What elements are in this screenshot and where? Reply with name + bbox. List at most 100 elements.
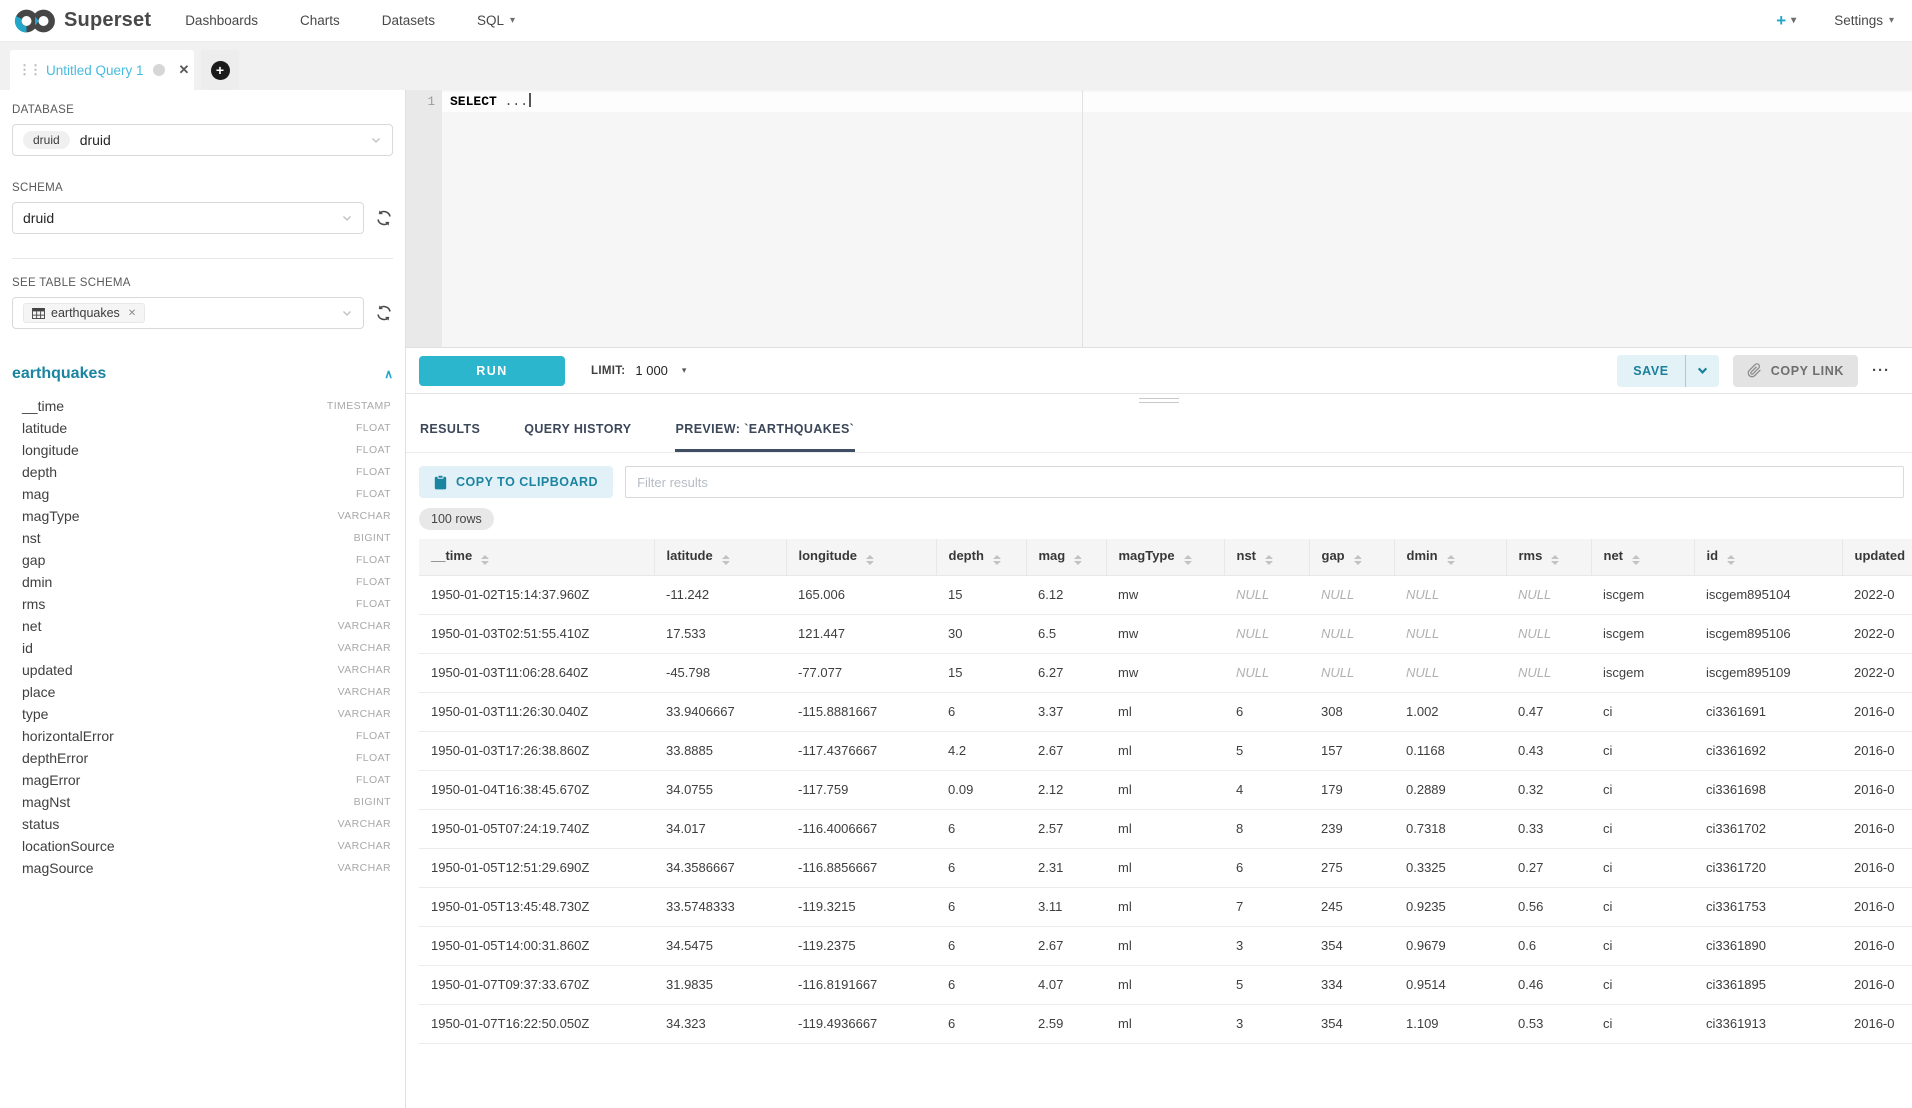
- results-cell: 7: [1224, 887, 1309, 926]
- results-column-header[interactable]: magType: [1106, 539, 1224, 575]
- sort-icon[interactable]: [1727, 555, 1735, 565]
- schema-column-type: BIGINT: [354, 796, 391, 808]
- results-cell: 1950-01-05T12:51:29.690Z: [419, 848, 654, 887]
- copy-to-clipboard-label: COPY TO CLIPBOARD: [456, 475, 598, 489]
- schema-column-type: VARCHAR: [338, 664, 391, 676]
- results-cell: ci3361702: [1694, 809, 1842, 848]
- results-column-header[interactable]: rms: [1506, 539, 1591, 575]
- result-tab[interactable]: RESULTS: [419, 414, 481, 452]
- schema-column-name: net: [22, 618, 41, 634]
- results-cell: 0.1168: [1394, 731, 1506, 770]
- schema-column-row: depthErrorFLOAT: [12, 747, 393, 769]
- sort-icon[interactable]: [1265, 555, 1273, 565]
- schema-select[interactable]: druid: [12, 202, 364, 234]
- nav-item-datasets[interactable]: Datasets: [382, 13, 435, 28]
- results-cell: 34.3586667: [654, 848, 786, 887]
- chevron-up-icon[interactable]: ∧: [384, 367, 393, 381]
- schema-column-name: rms: [22, 596, 45, 612]
- results-column-header[interactable]: updated: [1842, 539, 1912, 575]
- results-cell: -119.3215: [786, 887, 936, 926]
- result-tab[interactable]: QUERY HISTORY: [523, 414, 632, 452]
- save-options-button[interactable]: [1685, 355, 1719, 387]
- results-column-header[interactable]: latitude: [654, 539, 786, 575]
- results-column-header[interactable]: dmin: [1394, 539, 1506, 575]
- sort-icon[interactable]: [866, 555, 874, 565]
- schema-column-name: gap: [22, 552, 45, 568]
- sort-icon[interactable]: [1074, 555, 1082, 565]
- schema-column-name: magSource: [22, 860, 94, 876]
- sort-icon[interactable]: [481, 555, 489, 565]
- results-row: 1950-01-05T14:00:31.860Z34.5475-119.2375…: [419, 926, 1912, 965]
- table-schema-header[interactable]: earthquakes ∧: [12, 365, 393, 383]
- table-select[interactable]: earthquakes ✕: [12, 297, 364, 329]
- copy-link-button[interactable]: COPY LINK: [1733, 355, 1858, 387]
- schema-column-type: FLOAT: [356, 774, 391, 786]
- results-cell: 2022-0: [1842, 614, 1912, 653]
- new-item-button[interactable]: + ▾: [1776, 11, 1796, 31]
- results-cell: 6: [936, 926, 1026, 965]
- schema-column-name: latitude: [22, 420, 67, 436]
- database-select[interactable]: druid druid: [12, 124, 393, 156]
- results-cell: ci: [1591, 965, 1694, 1004]
- results-cell: 6: [936, 809, 1026, 848]
- schema-column-type: VARCHAR: [338, 818, 391, 830]
- results-column-header[interactable]: mag: [1026, 539, 1106, 575]
- results-column-header[interactable]: nst: [1224, 539, 1309, 575]
- sort-icon[interactable]: [1447, 555, 1455, 565]
- drag-handle-icon[interactable]: [1139, 398, 1179, 406]
- drag-grip-icon[interactable]: ⋮⋮: [18, 62, 40, 78]
- settings-menu[interactable]: Settings ▾: [1834, 13, 1894, 28]
- schema-column-name: magNst: [22, 794, 70, 810]
- save-button[interactable]: SAVE: [1617, 355, 1685, 387]
- result-tab[interactable]: PREVIEW: `EARTHQUAKES`: [675, 414, 856, 452]
- sort-icon[interactable]: [722, 555, 730, 565]
- query-tab[interactable]: ⋮⋮ Untitled Query 1 ✕: [10, 50, 194, 90]
- limit-dropdown[interactable]: LIMIT: 1 000 ▾: [591, 363, 686, 378]
- refresh-schema-button[interactable]: [375, 209, 393, 227]
- refresh-tables-button[interactable]: [375, 304, 393, 322]
- sort-icon[interactable]: [1354, 555, 1362, 565]
- remove-table-icon[interactable]: ✕: [128, 308, 136, 319]
- brand[interactable]: Superset: [14, 8, 151, 34]
- table-tag[interactable]: earthquakes ✕: [23, 303, 145, 323]
- results-cell: 6: [1224, 692, 1309, 731]
- results-cell: -117.759: [786, 770, 936, 809]
- nav-item-dashboards[interactable]: Dashboards: [185, 13, 258, 28]
- results-cell: 5: [1224, 731, 1309, 770]
- results-cell: 354: [1309, 1004, 1394, 1043]
- results-cell: 0.9679: [1394, 926, 1506, 965]
- results-column-header[interactable]: longitude: [786, 539, 936, 575]
- sort-icon[interactable]: [1184, 555, 1192, 565]
- results-column-label: __time: [431, 548, 472, 563]
- results-cell: 1.002: [1394, 692, 1506, 731]
- results-cell: 33.9406667: [654, 692, 786, 731]
- schema-column-type: VARCHAR: [338, 686, 391, 698]
- sql-editor[interactable]: 1 SELECT ...: [406, 90, 1912, 348]
- sort-icon[interactable]: [1632, 555, 1640, 565]
- results-column-header[interactable]: depth: [936, 539, 1026, 575]
- run-button[interactable]: RUN: [419, 356, 565, 386]
- results-cell: 30: [936, 614, 1026, 653]
- results-cell: ml: [1106, 809, 1224, 848]
- sort-icon[interactable]: [993, 555, 1001, 565]
- results-column-header[interactable]: id: [1694, 539, 1842, 575]
- results-column-header[interactable]: gap: [1309, 539, 1394, 575]
- copy-to-clipboard-button[interactable]: COPY TO CLIPBOARD: [419, 466, 613, 498]
- results-cell: 3: [1224, 926, 1309, 965]
- results-column-header[interactable]: net: [1591, 539, 1694, 575]
- nav-item-charts[interactable]: Charts: [300, 13, 340, 28]
- editor-code-area[interactable]: SELECT ...: [442, 90, 1912, 347]
- refresh-icon: [375, 209, 393, 227]
- sort-icon[interactable]: [1551, 555, 1559, 565]
- new-query-tab-button[interactable]: +: [201, 50, 239, 90]
- results-column-header[interactable]: __time: [419, 539, 654, 575]
- more-options-button[interactable]: ···: [1872, 362, 1890, 379]
- content: DATABASE druid druid SCHEMA druid: [0, 90, 1912, 1108]
- nav-item-sql[interactable]: SQL▾: [477, 13, 515, 28]
- query-tab-title: Untitled Query 1: [46, 63, 144, 78]
- results-controls: COPY TO CLIPBOARD: [419, 466, 1904, 498]
- results-row: 1950-01-05T13:45:48.730Z33.5748333-119.3…: [419, 887, 1912, 926]
- results-cell: 1950-01-07T16:22:50.050Z: [419, 1004, 654, 1043]
- close-icon[interactable]: ✕: [179, 62, 190, 78]
- filter-results-input[interactable]: [625, 466, 1904, 498]
